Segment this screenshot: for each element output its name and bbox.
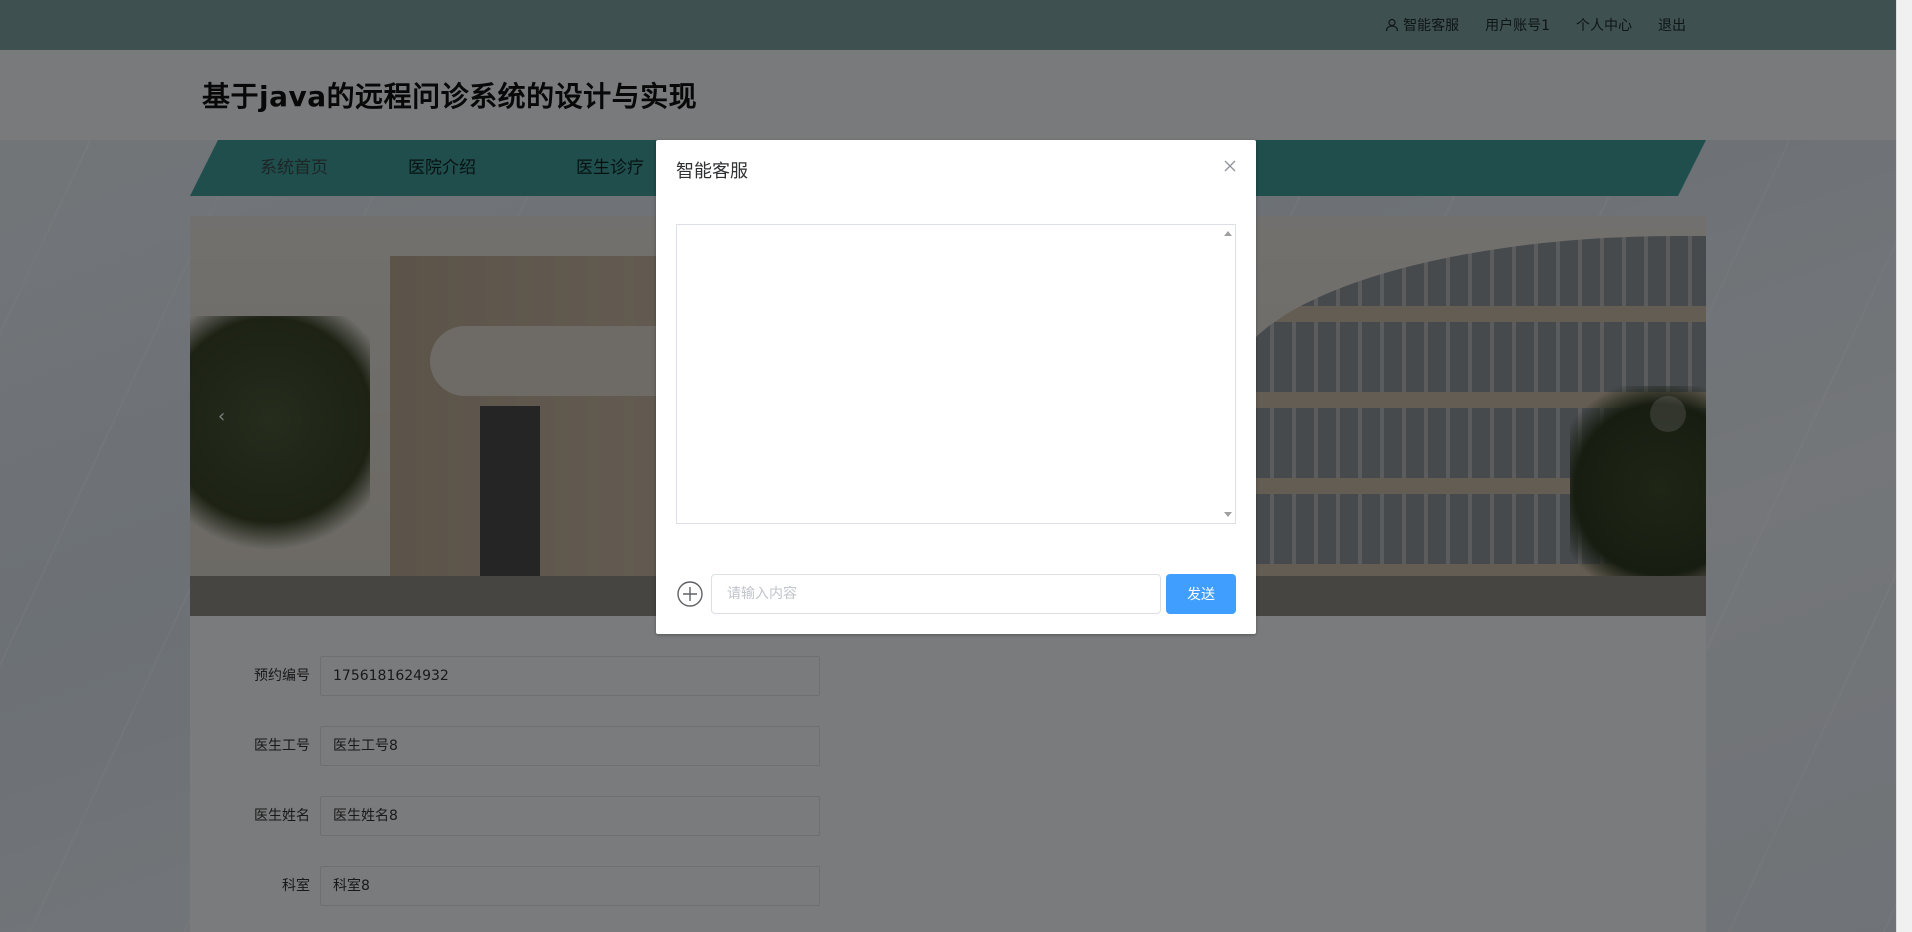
add-circle-icon[interactable] (676, 580, 704, 608)
chat-scrollbar[interactable] (1221, 225, 1235, 523)
scroll-up-icon[interactable] (1224, 231, 1232, 236)
page-scrollbar[interactable] (1896, 0, 1912, 932)
scroll-down-icon[interactable] (1224, 512, 1232, 517)
customer-service-dialog: 智能客服 发送 (656, 140, 1256, 634)
close-icon[interactable] (1222, 158, 1238, 174)
message-input[interactable] (711, 574, 1161, 614)
chat-messages-area[interactable] (676, 224, 1236, 524)
send-button[interactable]: 发送 (1166, 574, 1236, 614)
dialog-title: 智能客服 (676, 161, 748, 182)
